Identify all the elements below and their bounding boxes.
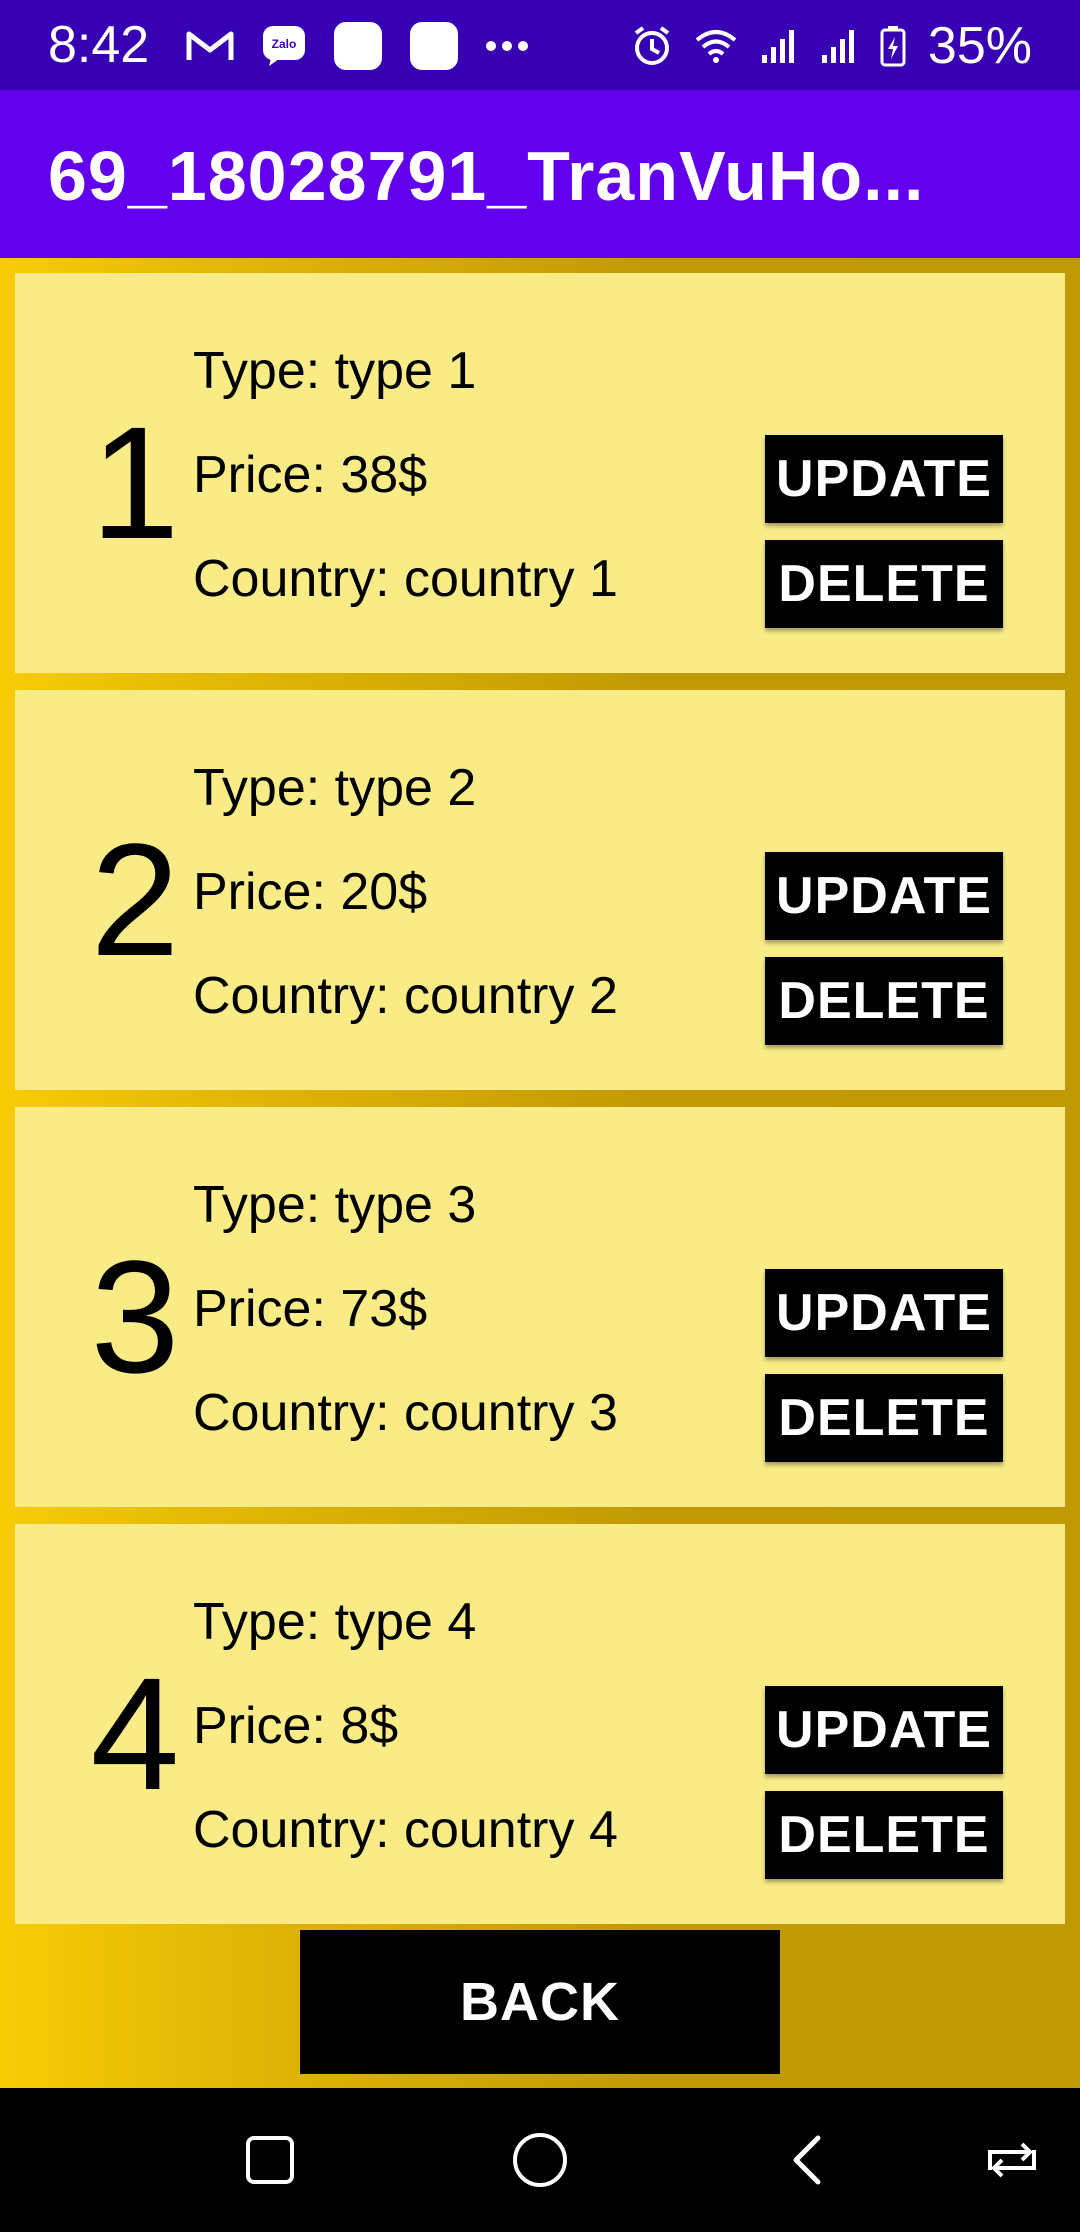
update-button[interactable]: UPDATE xyxy=(765,852,1003,940)
status-bar: 8:42 Zalo 35% xyxy=(0,0,1080,90)
item-country: Country: country 3 xyxy=(193,1384,618,1442)
delete-button[interactable]: DELETE xyxy=(765,1374,1003,1462)
gmail-icon xyxy=(185,28,235,64)
item-type: Type: type 4 xyxy=(193,1593,477,1651)
item-price: Price: 8$ xyxy=(193,1697,399,1755)
recents-icon[interactable] xyxy=(238,2128,302,2192)
app-bar: 69_18028791_TranVuHo... xyxy=(0,90,1080,258)
back-icon[interactable] xyxy=(776,2128,840,2192)
delete-button[interactable]: DELETE xyxy=(765,540,1003,628)
alarm-icon xyxy=(632,25,672,67)
item-list: 1 Type: type 1 Price: 38$ Country: count… xyxy=(0,258,1080,2088)
list-item: 3 Type: type 3 Price: 73$ Country: count… xyxy=(15,1107,1065,1507)
app-title: 69_18028791_TranVuHo... xyxy=(48,137,925,215)
item-price: Price: 73$ xyxy=(193,1280,428,1338)
signal-icon xyxy=(760,27,798,65)
item-country: Country: country 4 xyxy=(193,1801,618,1859)
list-item: 1 Type: type 1 Price: 38$ Country: count… xyxy=(15,273,1065,673)
item-number: 4 xyxy=(90,1644,180,1823)
wifi-icon xyxy=(694,28,738,64)
delete-button[interactable]: DELETE xyxy=(765,1791,1003,1879)
svg-text:Zalo: Zalo xyxy=(272,37,297,51)
system-status-icons: 35% xyxy=(632,18,1032,74)
item-price: Price: 38$ xyxy=(193,446,428,504)
item-number: 1 xyxy=(90,393,180,572)
signal-icon xyxy=(820,27,858,65)
item-country: Country: country 2 xyxy=(193,967,618,1025)
app-icon xyxy=(333,21,383,71)
list-item: 2 Type: type 2 Price: 20$ Country: count… xyxy=(15,690,1065,1090)
delete-button[interactable]: DELETE xyxy=(765,957,1003,1045)
status-time: 8:42 xyxy=(48,16,150,74)
notification-icons: Zalo xyxy=(185,22,529,70)
update-button[interactable]: UPDATE xyxy=(765,1686,1003,1774)
rotate-icon[interactable] xyxy=(980,2128,1044,2192)
item-number: 2 xyxy=(90,810,180,989)
zalo-icon: Zalo xyxy=(261,24,307,68)
item-type: Type: type 2 xyxy=(193,759,477,817)
home-icon[interactable] xyxy=(508,2128,572,2192)
update-button[interactable]: UPDATE xyxy=(765,1269,1003,1357)
app-icon xyxy=(409,21,459,71)
item-type: Type: type 3 xyxy=(193,1176,477,1234)
item-type: Type: type 1 xyxy=(193,342,477,400)
item-number: 3 xyxy=(90,1227,180,1406)
navigation-bar xyxy=(0,2088,1080,2232)
battery-icon xyxy=(880,25,906,67)
list-item: 4 Type: type 4 Price: 8$ Country: countr… xyxy=(15,1524,1065,1924)
battery-percentage: 35% xyxy=(927,17,1032,75)
item-country: Country: country 1 xyxy=(193,550,618,608)
back-button[interactable]: BACK xyxy=(300,1930,780,2074)
item-price: Price: 20$ xyxy=(193,863,428,921)
update-button[interactable]: UPDATE xyxy=(765,435,1003,523)
more-notifications-icon xyxy=(485,39,529,53)
